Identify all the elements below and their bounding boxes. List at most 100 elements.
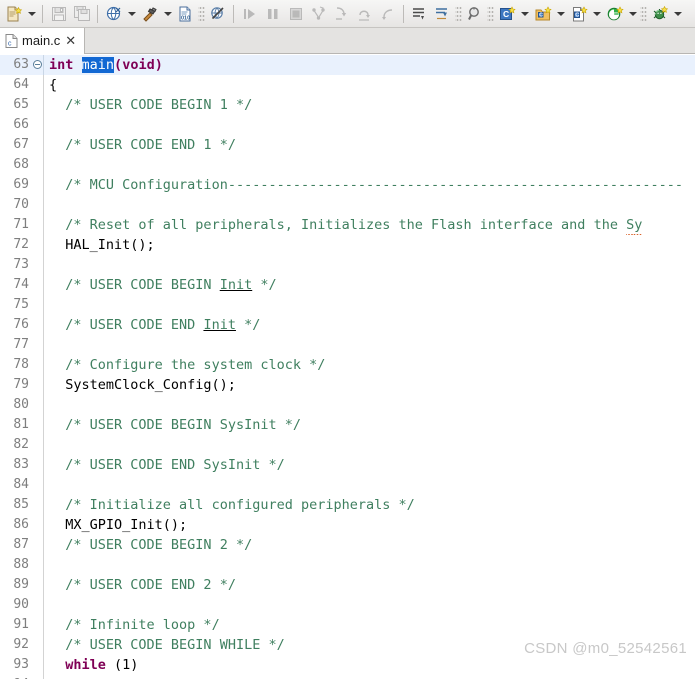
code-line[interactable]: 88 — [0, 555, 695, 575]
code-line[interactable]: 77 — [0, 335, 695, 355]
code-editor[interactable]: 63 int main(void) 64 {65 /* USER CODE BEGIN… — [0, 55, 695, 679]
new-folder-button[interactable]: C — [531, 2, 554, 26]
fold-gutter — [30, 675, 44, 679]
code-line[interactable]: 73 — [0, 255, 695, 275]
code-line[interactable]: 86 MX_GPIO_Init(); — [0, 515, 695, 535]
code-line[interactable]: 83 /* USER CODE END SysInit */ — [0, 455, 695, 475]
line-number: 79 — [13, 377, 29, 392]
code-line[interactable]: 90 — [0, 595, 695, 615]
line-number: 89 — [13, 577, 29, 592]
new-c-project-button[interactable]: C — [495, 2, 518, 26]
code-line[interactable]: 82 — [0, 435, 695, 455]
fold-gutter — [30, 95, 44, 115]
code-text: /* USER CODE END SysInit */ — [65, 457, 285, 473]
code-line[interactable]: 65 /* USER CODE BEGIN 1 */ — [0, 95, 695, 115]
debug-dropdown[interactable] — [671, 2, 684, 26]
code-line[interactable]: 79 SystemClock_Config(); — [0, 375, 695, 395]
code-lines[interactable]: 63 int main(void) 64 {65 /* USER CODE BEGIN… — [0, 55, 695, 679]
save-all-button — [70, 2, 93, 26]
code-line[interactable]: 87 /* USER CODE BEGIN 2 */ — [0, 535, 695, 555]
fold-gutter — [30, 335, 44, 355]
build-project-button[interactable] — [138, 2, 161, 26]
line-number: 72 — [13, 237, 29, 252]
code-line[interactable]: 69 /* MCU Configuration-----------------… — [0, 175, 695, 195]
new-folder-dropdown[interactable] — [554, 2, 567, 26]
code-line[interactable]: 74 /* USER CODE BEGIN Init */ — [0, 275, 695, 295]
build-all-dropdown[interactable] — [125, 2, 138, 26]
toolbar-grip-1[interactable] — [198, 4, 205, 23]
new-file-dropdown[interactable] — [25, 2, 38, 26]
build-project-dropdown[interactable] — [161, 2, 174, 26]
code-line[interactable]: 64 { — [0, 75, 695, 95]
code-text: /* USER CODE BEGIN SysInit */ — [65, 417, 301, 433]
line-number: 75 — [13, 297, 29, 312]
fold-gutter — [30, 295, 44, 315]
resume-button — [238, 2, 261, 26]
code-line[interactable]: 63 int main(void) — [0, 55, 695, 75]
code-line[interactable]: 91 /* Infinite loop */ — [0, 615, 695, 635]
fold-gutter — [30, 655, 44, 675]
code-line[interactable]: 93 while (1) — [0, 655, 695, 675]
new-c-project-dropdown[interactable] — [518, 2, 531, 26]
toolbar-grip-3[interactable] — [487, 4, 494, 23]
save-button — [47, 2, 70, 26]
debug-button[interactable] — [648, 2, 671, 26]
code-line[interactable]: 72 HAL_Init(); — [0, 235, 695, 255]
run-button[interactable] — [603, 2, 626, 26]
code-line[interactable]: 78 /* Configure the system clock */ — [0, 355, 695, 375]
code-line[interactable]: 71 /* Reset of all peripherals, Initiali… — [0, 215, 695, 235]
next-annotation-button[interactable] — [408, 2, 431, 26]
new-file-button[interactable] — [2, 2, 25, 26]
code-line[interactable]: 75 — [0, 295, 695, 315]
line-number: 78 — [13, 357, 29, 372]
globe-build-icon — [105, 5, 123, 23]
search-button[interactable] — [463, 2, 486, 26]
code-line[interactable]: 80 — [0, 395, 695, 415]
chevron-down-icon — [27, 11, 36, 16]
build-all-button[interactable] — [102, 2, 125, 26]
fold-collapse-icon[interactable] — [30, 55, 44, 75]
suspend-pause-icon — [264, 5, 282, 23]
code-line[interactable]: 76 /* USER CODE END Init */ — [0, 315, 695, 335]
code-text: SystemClock_Config(); — [49, 377, 236, 393]
fold-collapse-icon[interactable] — [32, 59, 42, 69]
run-dropdown[interactable] — [626, 2, 639, 26]
tab-main-c[interactable]: c main.c ✕ — [0, 28, 86, 54]
fold-gutter — [30, 175, 44, 195]
line-number: 87 — [13, 537, 29, 552]
toolbar-separator-2 — [97, 4, 98, 23]
svg-text:010: 010 — [181, 15, 190, 21]
code-line[interactable]: 94 { — [0, 675, 695, 679]
code-text: /* Initialize all configured peripherals… — [65, 497, 415, 513]
code-line[interactable]: 84 — [0, 475, 695, 495]
fold-gutter — [30, 215, 44, 235]
code-line[interactable]: 92 /* USER CODE BEGIN WHILE */ — [0, 635, 695, 655]
code-line[interactable]: 70 — [0, 195, 695, 215]
toolbar-grip-2[interactable] — [455, 4, 462, 23]
toolbar-grip-4[interactable] — [640, 4, 647, 23]
code-line[interactable]: 81 /* USER CODE BEGIN SysInit */ — [0, 415, 695, 435]
previous-annotation-button[interactable] — [431, 2, 454, 26]
fold-gutter — [30, 375, 44, 395]
code-line[interactable]: 85 /* Initialize all configured peripher… — [0, 495, 695, 515]
line-number: 64 — [13, 77, 29, 92]
step-return-button — [376, 2, 399, 26]
code-line[interactable]: 68 — [0, 155, 695, 175]
fold-gutter — [30, 555, 44, 575]
new-c-project-icon: C — [498, 5, 516, 23]
code-line[interactable]: 66 — [0, 115, 695, 135]
fold-gutter — [30, 355, 44, 375]
code-line[interactable]: 89 /* USER CODE END 2 */ — [0, 575, 695, 595]
fold-gutter — [30, 135, 44, 155]
code-line[interactable]: 67 /* USER CODE END 1 */ — [0, 135, 695, 155]
close-icon[interactable]: ✕ — [64, 34, 77, 47]
code-text: { — [49, 77, 58, 93]
code-text: /* USER CODE END 2 */ — [65, 577, 236, 593]
new-c-source-dropdown[interactable] — [590, 2, 603, 26]
terminate-button — [284, 2, 307, 26]
skip-breakpoints-button[interactable] — [206, 2, 229, 26]
new-c-source-button[interactable]: C — [567, 2, 590, 26]
binary-file-button[interactable]: 010 — [174, 2, 197, 26]
